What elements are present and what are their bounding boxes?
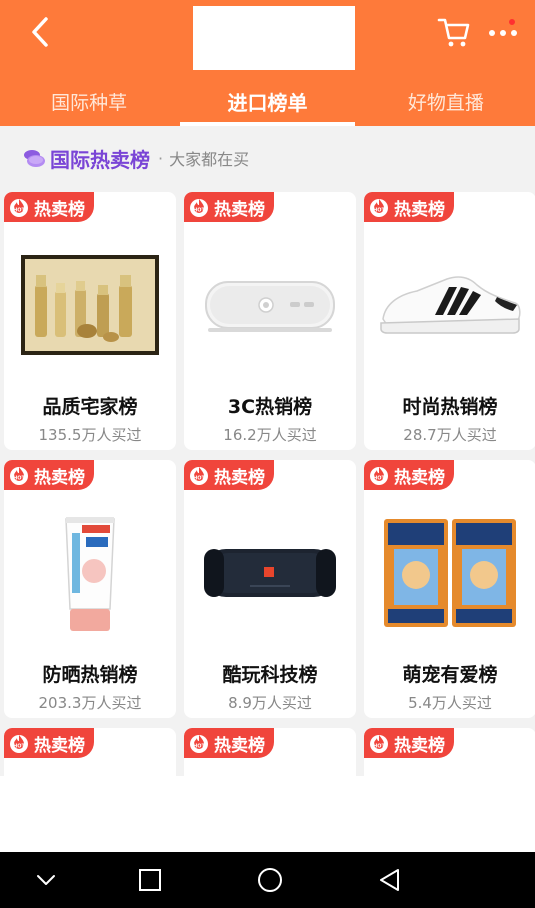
hot-badge: HOT 热卖榜 xyxy=(4,192,94,222)
nav-home-button[interactable] xyxy=(254,864,286,896)
ranking-card[interactable]: HOT 热卖榜 品质宅家榜 135.5万人买过 xyxy=(4,192,176,450)
hot-badge: HOT 热卖榜 xyxy=(364,728,454,758)
hot-fire-icon: HOT xyxy=(367,732,391,754)
cart-icon xyxy=(437,18,470,47)
card-title: 品质宅家榜 xyxy=(42,396,138,418)
ranking-card[interactable]: HOT 热卖榜 3C热销榜 16.2万人买过 xyxy=(184,192,356,450)
ranking-card[interactable]: HOT 热卖榜 防晒热销榜 203.3万人买过 xyxy=(4,460,176,718)
section-header: 国际热卖榜 · 大家都在买 xyxy=(0,126,535,190)
section-separator: · xyxy=(158,148,164,168)
card-buyers-count: 28.7万人买过 xyxy=(403,426,497,444)
hot-fire-icon: HOT xyxy=(187,196,211,218)
tab-international-picks[interactable]: 国际种草 xyxy=(0,76,178,126)
nav-hide-button[interactable] xyxy=(30,864,62,896)
badge-label: 热卖榜 xyxy=(394,735,445,756)
pet-food-bags-image xyxy=(376,510,524,636)
circle-icon xyxy=(258,868,282,892)
card-buyers-count: 16.2万人买过 xyxy=(223,426,317,444)
hot-fire-icon: HOT xyxy=(187,732,211,754)
svg-text:HOT: HOT xyxy=(193,744,205,750)
triangle-back-icon xyxy=(380,869,399,891)
card-title: 防晒热销榜 xyxy=(42,664,138,686)
tab-label: 国际种草 xyxy=(51,91,128,114)
hot-badge: HOT 热卖榜 xyxy=(4,728,94,758)
badge-label: 热卖榜 xyxy=(34,467,85,488)
svg-text:HOT: HOT xyxy=(373,208,385,214)
title-placeholder xyxy=(193,6,355,70)
bluetooth-speaker-image xyxy=(196,510,344,636)
chevron-left-icon xyxy=(32,17,48,47)
tab-live-shopping[interactable]: 好物直播 xyxy=(357,76,535,126)
card-buyers-count: 8.9万人买过 xyxy=(228,694,312,712)
hot-badge: HOT 热卖榜 xyxy=(184,728,274,758)
svg-text:HOT: HOT xyxy=(193,208,205,214)
hot-fire-icon: HOT xyxy=(7,732,31,754)
badge-label: 热卖榜 xyxy=(214,199,265,220)
notification-dot xyxy=(508,18,516,26)
badge-label: 热卖榜 xyxy=(394,467,445,488)
badge-label: 热卖榜 xyxy=(394,199,445,220)
hot-badge: HOT 热卖榜 xyxy=(364,192,454,222)
white-speaker-image xyxy=(196,242,344,368)
svg-text:HOT: HOT xyxy=(193,476,205,482)
system-nav-bar xyxy=(0,852,535,908)
square-icon xyxy=(139,869,161,891)
skincare-gift-set-image xyxy=(16,242,164,368)
hot-fire-icon: HOT xyxy=(7,196,31,218)
card-title: 3C热销榜 xyxy=(227,396,313,418)
svg-text:HOT: HOT xyxy=(373,744,385,750)
back-button[interactable] xyxy=(22,12,58,52)
hot-badge: HOT 热卖榜 xyxy=(364,460,454,490)
badge-label: 热卖榜 xyxy=(214,467,265,488)
cart-button[interactable] xyxy=(436,14,472,50)
ranking-card[interactable]: HOT 热卖榜 酷玩科技榜 8.9万人买过 xyxy=(184,460,356,718)
hot-badge: HOT 热卖榜 xyxy=(184,460,274,490)
hot-badge: HOT 热卖榜 xyxy=(184,192,274,222)
nav-recents-button[interactable] xyxy=(134,864,166,896)
section-title: 国际热卖榜 xyxy=(50,147,150,172)
ranking-card[interactable]: HOT 热卖榜 时尚热销榜 28.7万人买过 xyxy=(364,192,535,450)
card-title: 时尚热销榜 xyxy=(402,396,498,418)
card-buyers-count: 203.3万人买过 xyxy=(38,694,142,712)
card-title: 萌宠有爱榜 xyxy=(402,664,498,686)
svg-text:HOT: HOT xyxy=(373,476,385,482)
hot-fire-icon: HOT xyxy=(187,464,211,486)
badge-label: 热卖榜 xyxy=(34,735,85,756)
hot-fire-icon: HOT xyxy=(367,464,391,486)
card-buyers-count: 5.4万人买过 xyxy=(408,694,492,712)
card-title: 酷玩科技榜 xyxy=(222,664,318,686)
badge-label: 热卖榜 xyxy=(34,199,85,220)
card-buyers-count: 135.5万人买过 xyxy=(38,426,142,444)
app-header: 国际种草 进口榜单 好物直播 xyxy=(0,0,535,126)
loading-area xyxy=(0,776,535,852)
tab-label: 好物直播 xyxy=(407,91,484,114)
ranking-card[interactable]: HOT 热卖榜 萌宠有爱榜 5.4万人买过 xyxy=(364,460,535,718)
coins-icon xyxy=(24,150,45,167)
sneaker-image xyxy=(376,242,524,368)
svg-text:HOT: HOT xyxy=(13,744,25,750)
more-icon xyxy=(489,30,517,36)
sunscreen-tube-image xyxy=(16,510,164,636)
tab-label: 进口榜单 xyxy=(227,90,308,115)
more-button[interactable] xyxy=(484,14,524,50)
tab-import-rankings[interactable]: 进口榜单 xyxy=(178,76,356,126)
badge-label: 热卖榜 xyxy=(214,735,265,756)
nav-back-button[interactable] xyxy=(374,864,406,896)
svg-text:HOT: HOT xyxy=(13,476,25,482)
top-tabs: 国际种草 进口榜单 好物直播 xyxy=(0,76,535,126)
chevron-down-icon xyxy=(37,875,55,885)
hot-badge: HOT 热卖榜 xyxy=(4,460,94,490)
svg-text:HOT: HOT xyxy=(13,208,25,214)
hot-fire-icon: HOT xyxy=(7,464,31,486)
section-subtitle: 大家都在买 xyxy=(169,150,250,169)
hot-fire-icon: HOT xyxy=(367,196,391,218)
